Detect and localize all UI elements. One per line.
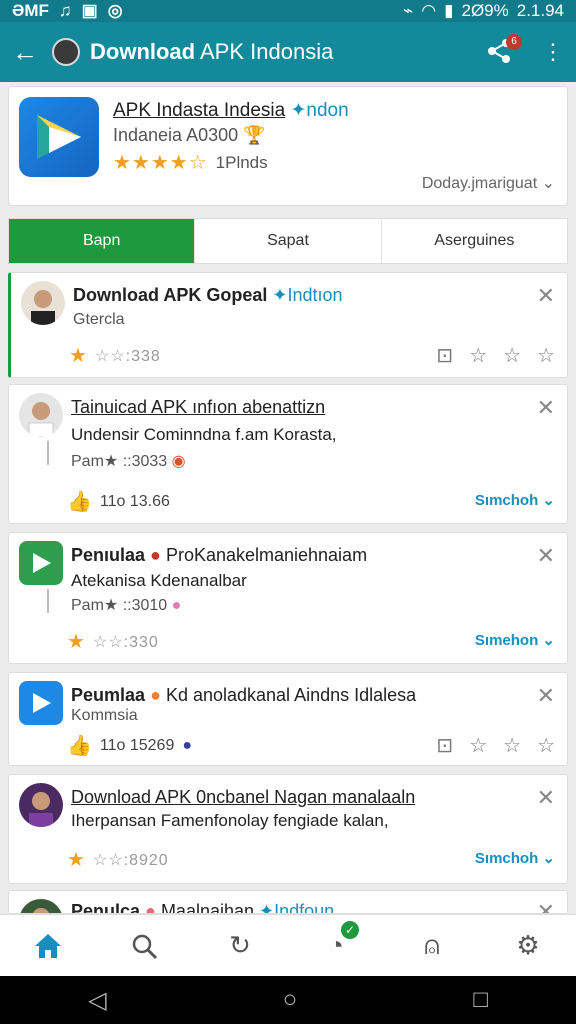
close-icon[interactable]: ✕ [537,543,555,569]
avatar [19,393,63,437]
star-outline-icon[interactable]: ☆ [537,343,555,368]
home-button-icon[interactable]: ○ [283,986,298,1014]
star-outline-icon[interactable]: ☆ [469,733,487,758]
close-icon[interactable]: ✕ [537,395,555,421]
item-title: Penıulaa ● ProKanakelmaniehnaiam [71,545,368,565]
back-arrow-icon[interactable]: ← [12,37,44,68]
close-icon[interactable]: ✕ [537,283,555,309]
emoji-icon: 🏆 [243,125,266,145]
app-icon: ▣ [81,1,98,20]
star-outline-icon[interactable]: ☆ [503,343,521,368]
item-likes: 👍 11o 15269 ● [67,735,193,757]
avatar[interactable] [52,38,80,66]
avatar [19,783,63,827]
item-meta: Pam★ ::3033 ◉ [71,453,186,470]
item-subtitle: Kommsia [71,707,138,724]
avatar [21,281,65,325]
tab-bapn[interactable]: Bapn [9,219,195,263]
app-rating: ★★★★☆ 1Plnds [113,150,268,175]
item-description: Atekanisa Kdenanalbar [71,571,247,590]
back-icon[interactable]: ◁ [88,986,106,1015]
sort-dropdown[interactable]: Doday.jmariguat ⌄ [422,173,555,193]
home-icon[interactable] [31,929,65,963]
wifi-icon: ◠ [421,1,437,20]
item-description: Undensir Cominndna f.am Korasta, [71,425,337,444]
item-subtitle: Gtercla [73,311,125,328]
battery-text: 2Ø9% [461,1,509,20]
thumbs-up-icon: 👍 [67,491,92,513]
rating-count: 1Plnds [215,152,268,172]
star-outline-icon[interactable]: ☆ [503,733,521,758]
app-info-card: APK Indasta Indesia ✦ndon Indaneia A0300… [8,86,568,206]
close-icon[interactable]: ✕ [537,899,555,913]
star-outline-icon[interactable]: ☆ [537,733,555,758]
status-text: ƏMF [12,1,49,20]
system-navigation: ◁ ○ □ [0,976,576,1024]
share-button[interactable]: 6 [486,34,522,66]
list-item[interactable]: Tainuicad APK ınfıon abenattizn Undensir… [8,384,568,524]
list-item[interactable]: Download APK 0ncbanel Nagan manalaaln Ih… [8,774,568,884]
item-title: Download APK 0ncbanel Nagan manalaaln [71,787,416,807]
app-logo [19,681,63,725]
clock-text: 2.1.94 [516,1,564,20]
tab-bar: Bapn Sapat Aserguines [8,218,568,264]
bottom-navigation: ↻ ◔ ✓ ⍝ ⚙ [0,914,576,976]
close-icon[interactable]: ✕ [537,683,555,709]
item-title: Download APK Gopeal ✦Indtıon [73,285,343,305]
list-item[interactable]: Penıulaa ● ProKanakelmaniehnaiam Atekani… [8,532,568,664]
page-title: Download APK Indonsia [90,39,334,64]
show-more-button[interactable]: Sımchoh ⌄ [475,849,555,867]
vibrate-icon: ⌁ [403,1,414,20]
gallery-icon[interactable]: ⊡ [436,733,453,758]
show-more-button[interactable]: Sımchoh ⌄ [475,491,555,509]
tab-aserguines[interactable]: Aserguines [380,219,567,263]
list-item[interactable]: Penulca ● Maalnaihan ✦Indfoun ✕ [8,890,568,914]
item-likes: 👍 11o 13.66 [67,491,170,513]
updates-icon[interactable]: ◔ ✓ [319,920,359,963]
overflow-menu-icon[interactable]: ⋮ [542,41,564,63]
sync-icon: ◎ [107,1,123,20]
tab-sapat[interactable]: Sapat [194,219,380,263]
list-item[interactable]: Peumlaa ● Kd anoladkanal Aindns Idlalesa… [8,672,568,766]
signal-icon: ▮ [444,1,454,20]
avatar [19,899,63,913]
item-title: Peumlaa ● Kd anoladkanal Aindns Idlalesa [71,685,417,705]
search-icon[interactable] [127,929,161,963]
app-subtitle: Indaneia A0300 🏆 [113,125,266,145]
refresh-icon[interactable]: ↻ [223,929,257,963]
check-icon: ✓ [341,920,359,939]
rating-stars: ★★★★☆ [113,152,208,174]
item-meta: Pam★ ::3010 ● [71,597,182,614]
item-rating: ★ ☆☆:338 [69,345,161,367]
list-item[interactable]: Download APK Gopeal ✦Indtıon Gtercla ✕ ★… [8,272,568,378]
item-rating: ★ ☆☆:330 [67,631,159,653]
account-icon[interactable]: ⍝ [415,929,449,963]
star-outline-icon[interactable]: ☆ [469,343,487,368]
close-icon[interactable]: ✕ [537,785,555,811]
item-title: Tainuicad APK ınfıon abenattizn [71,397,326,417]
item-title: Penulca ● Maalnaihan ✦Indfoun [71,901,335,914]
item-description: Iherpansan Famenfonolay fengiade kalan, [71,811,389,830]
show-more-button[interactable]: Sımehon ⌄ [475,631,555,649]
status-bar: ƏMF ♫ ▣ ◎ ⌁ ◠ ▮ 2Ø9% 2.1.94 [0,0,576,22]
gallery-icon[interactable]: ⊡ [436,343,453,368]
music-icon: ♫ [58,1,72,20]
app-logo [19,541,63,585]
app-name: APK Indasta Indesia ✦ndon [113,100,349,121]
thumbs-up-icon: 👍 [67,735,92,757]
recents-icon[interactable]: □ [473,986,488,1014]
app-bar: ← Download APK Indonsia 6 ⋮ [0,22,576,82]
app-logo [19,97,99,177]
item-rating: ★ ☆☆:8920 [67,849,169,871]
settings-icon[interactable]: ⚙ [511,929,545,963]
notification-badge: 6 [506,34,522,50]
